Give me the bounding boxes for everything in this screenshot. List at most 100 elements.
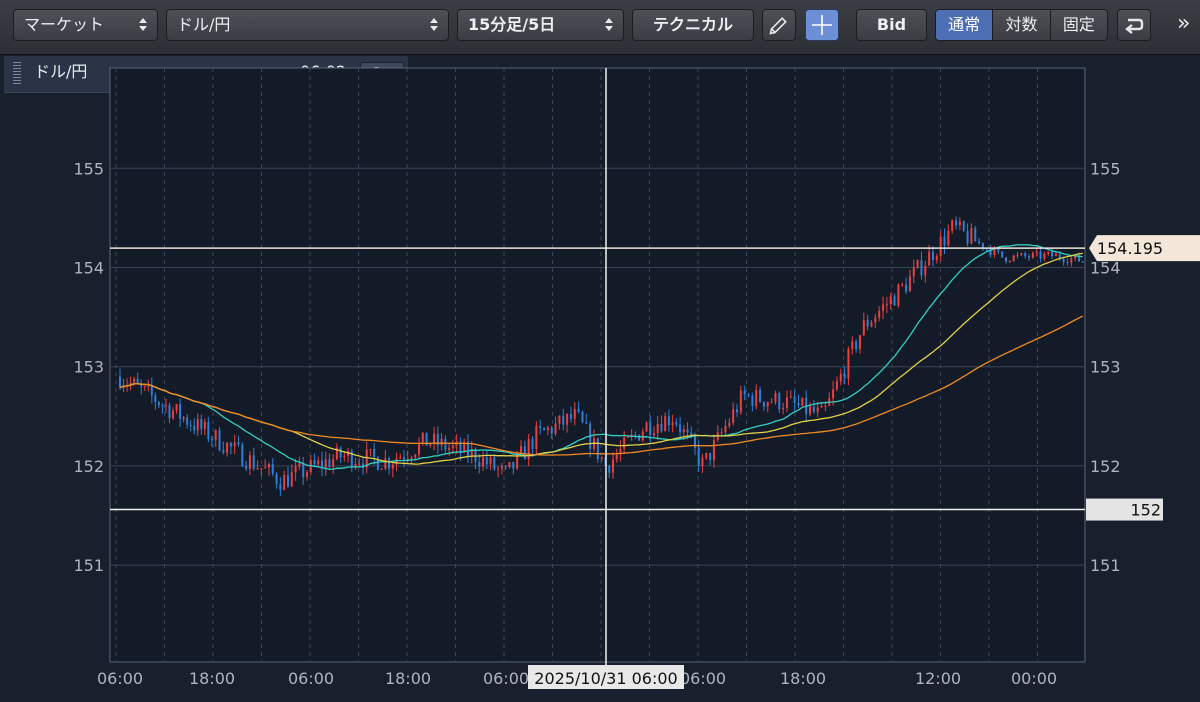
candle-body bbox=[143, 385, 146, 387]
bid-button[interactable]: Bid bbox=[856, 9, 927, 41]
candle-body bbox=[686, 429, 689, 433]
y-tick-label-right: 154 bbox=[1090, 259, 1121, 278]
candle-body bbox=[485, 457, 488, 465]
market-select[interactable]: マーケット bbox=[13, 9, 158, 41]
last-price-tag bbox=[1089, 235, 1200, 262]
info-menu-button[interactable]: i bbox=[360, 62, 404, 88]
candle-body bbox=[275, 473, 278, 484]
candle-body bbox=[535, 426, 538, 449]
candle-body bbox=[256, 468, 259, 470]
crosshair-price-tag bbox=[1086, 498, 1163, 521]
candle-body bbox=[286, 474, 289, 487]
candle-body bbox=[478, 462, 481, 467]
candle-body bbox=[1051, 251, 1054, 257]
candle-body bbox=[832, 389, 835, 399]
candle-body bbox=[931, 251, 934, 261]
candle-body bbox=[626, 436, 629, 438]
candle-body bbox=[619, 448, 622, 455]
candle-body bbox=[866, 320, 869, 327]
candle-body bbox=[237, 442, 240, 445]
candle-body bbox=[1039, 251, 1042, 259]
candle-body bbox=[912, 267, 915, 277]
candle-body bbox=[200, 419, 203, 429]
candle-body bbox=[264, 467, 267, 469]
crosshair-button[interactable] bbox=[805, 9, 839, 41]
candle-body bbox=[634, 434, 637, 436]
candle-body bbox=[851, 341, 854, 350]
candle-body bbox=[402, 457, 405, 459]
more-chevron-icon[interactable]: » bbox=[1177, 9, 1199, 41]
candle-body bbox=[317, 460, 320, 465]
candle-body bbox=[755, 389, 758, 406]
scale-option-normal[interactable]: 通常 bbox=[936, 10, 994, 40]
candle-body bbox=[497, 468, 500, 470]
candle-body bbox=[862, 320, 865, 336]
scale-option-fixed[interactable]: 固定 bbox=[1050, 10, 1107, 40]
candle-body bbox=[186, 417, 189, 425]
candle-body bbox=[313, 460, 316, 465]
candle-body bbox=[354, 464, 357, 468]
timeframe-select[interactable]: 15分足/5日 bbox=[457, 9, 624, 41]
y-tick-label-right: 153 bbox=[1090, 358, 1121, 377]
candle-body bbox=[365, 449, 368, 468]
candle-body bbox=[935, 256, 938, 261]
candle-body bbox=[885, 304, 888, 306]
drag-handle[interactable] bbox=[13, 62, 21, 86]
candle-body bbox=[985, 248, 988, 250]
candle-body bbox=[343, 455, 346, 458]
candle-body bbox=[414, 454, 417, 458]
info-icon: i bbox=[369, 67, 384, 82]
candle-body bbox=[592, 437, 595, 449]
candle-body bbox=[736, 409, 739, 413]
candle-body bbox=[997, 248, 1000, 252]
candle-body bbox=[433, 433, 436, 444]
candle-body bbox=[751, 395, 754, 406]
candle-body bbox=[993, 248, 996, 255]
last-price-label: 154.195 bbox=[1097, 239, 1163, 258]
candle-body bbox=[1081, 261, 1084, 263]
candle-body bbox=[716, 432, 719, 441]
candle-body bbox=[916, 260, 919, 268]
candle-body bbox=[955, 220, 958, 226]
candle-body bbox=[369, 449, 372, 451]
chevron-updown-icon bbox=[430, 17, 439, 33]
candle-body bbox=[463, 441, 466, 453]
candle-body bbox=[901, 284, 904, 286]
draw-tool-button[interactable] bbox=[762, 9, 796, 41]
candle-body bbox=[843, 373, 846, 379]
candle-body bbox=[539, 426, 542, 429]
candle-body bbox=[380, 468, 383, 470]
undo-button[interactable] bbox=[1117, 9, 1151, 41]
candle-body bbox=[978, 241, 981, 243]
candle-body bbox=[126, 384, 129, 386]
candle-body bbox=[1054, 254, 1057, 257]
chart-window: マーケット ドル/円 15分足/5日 テクニカル Bid 通常 対数 固定 » … bbox=[0, 0, 1200, 702]
scale-option-log[interactable]: 対数 bbox=[993, 10, 1051, 40]
candle-body bbox=[1070, 258, 1073, 263]
plot-area bbox=[109, 67, 1086, 663]
candle-body bbox=[384, 458, 387, 469]
candle-body bbox=[233, 442, 236, 447]
candle-body bbox=[154, 395, 157, 403]
toolbar: マーケット ドル/円 15分足/5日 テクニカル Bid 通常 対数 固定 » bbox=[0, 0, 1200, 55]
candle-body bbox=[489, 457, 492, 465]
candle-body bbox=[656, 423, 659, 434]
pair-select[interactable]: ドル/円 bbox=[166, 9, 449, 41]
candle-body bbox=[812, 406, 815, 413]
candle-body bbox=[425, 432, 428, 446]
candle-body bbox=[283, 474, 286, 490]
candle-body bbox=[1028, 256, 1031, 258]
candle-body bbox=[1004, 257, 1007, 262]
candle-body bbox=[897, 284, 900, 306]
candle-body bbox=[835, 381, 838, 390]
pair-select-label: ドル/円 bbox=[177, 15, 231, 34]
candle-body bbox=[797, 403, 800, 406]
crosshair-price-label: 152 bbox=[1130, 501, 1161, 520]
panel-time: 06:02 bbox=[300, 62, 347, 81]
candle-body bbox=[762, 401, 765, 407]
candle-body bbox=[406, 458, 409, 460]
candle-body bbox=[1074, 255, 1077, 259]
candle-body bbox=[164, 405, 167, 407]
candle-body bbox=[1077, 255, 1080, 262]
technical-button[interactable]: テクニカル bbox=[632, 9, 754, 41]
